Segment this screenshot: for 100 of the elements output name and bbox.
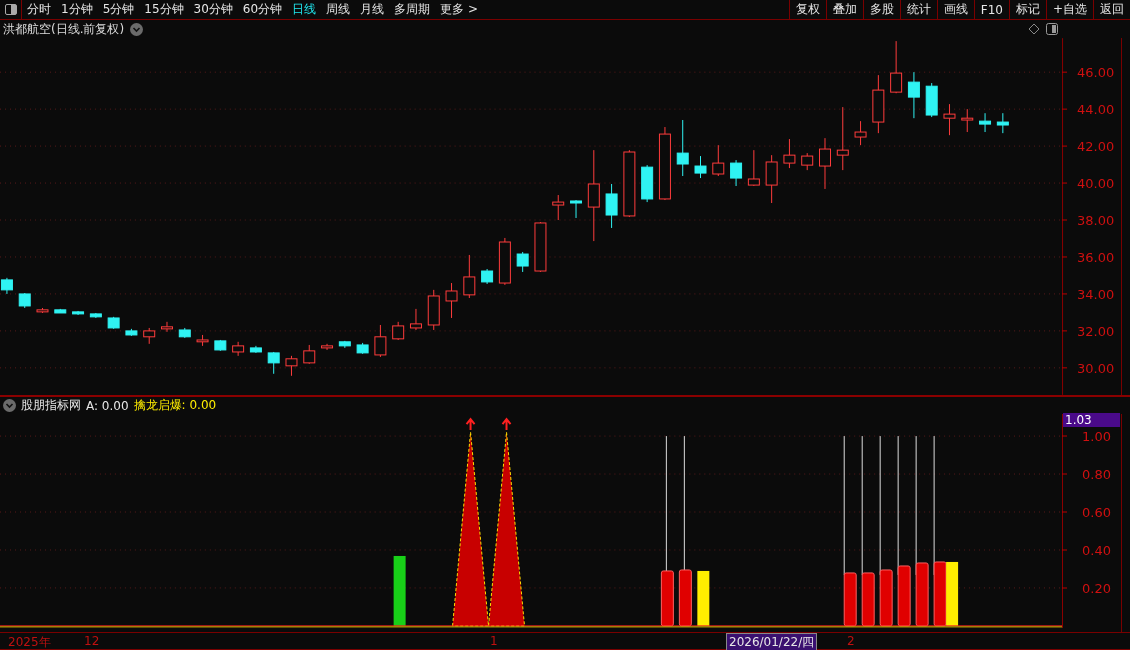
bar <box>897 565 911 627</box>
bar <box>879 569 893 627</box>
candle <box>232 341 245 357</box>
bar <box>678 569 692 627</box>
date-label: 2 <box>846 634 856 649</box>
indicator-tick-label: 0.40 <box>1082 543 1111 559</box>
candle <box>285 355 298 377</box>
period-tab[interactable]: 分时 <box>22 0 56 20</box>
candle <box>356 342 369 355</box>
candle <box>36 307 49 314</box>
candle <box>996 112 1009 134</box>
candle <box>427 289 440 331</box>
indicator-name: 股朋指标网 <box>21 397 81 415</box>
candle <box>463 254 476 299</box>
indicator-tick-label: 0.60 <box>1082 505 1111 521</box>
panel-toggle-icon[interactable] <box>1046 23 1058 36</box>
candle <box>214 339 227 352</box>
candle <box>783 138 796 169</box>
indicator-value: A: 0.00 <box>86 398 129 413</box>
candle <box>125 328 138 337</box>
toolbar-button[interactable]: 叠加 <box>825 0 863 20</box>
date-label: 2025年 <box>7 634 52 650</box>
candle <box>72 310 85 316</box>
candle <box>961 108 974 133</box>
candle <box>534 221 547 273</box>
toolbar-button[interactable]: F10 <box>973 0 1009 20</box>
price-tick-label: 34.00 <box>1077 286 1115 302</box>
candle <box>943 103 956 136</box>
candle <box>872 74 885 134</box>
candle <box>694 155 707 179</box>
candle <box>196 334 209 347</box>
indicator-tick-label: 0.20 <box>1082 581 1111 597</box>
bar <box>861 572 875 627</box>
toolbar-button[interactable]: 多股 <box>862 0 900 20</box>
candle <box>516 251 529 273</box>
dropdown-icon[interactable] <box>130 22 144 36</box>
price-tick-label: 38.00 <box>1077 212 1115 228</box>
candle <box>730 159 743 187</box>
price-tick-label: 44.00 <box>1077 102 1115 118</box>
period-tab[interactable]: 60分钟 <box>237 0 288 20</box>
toolbar-button[interactable]: 统计 <box>899 0 937 20</box>
candle <box>925 82 938 118</box>
price-tick-label: 36.00 <box>1077 249 1115 265</box>
signal-value: 擒龙启爆: 0.00 <box>133 397 217 415</box>
period-tab[interactable]: 月线 <box>355 0 390 20</box>
toolbar-button[interactable]: 标记 <box>1008 0 1046 20</box>
candle <box>570 199 582 219</box>
candle <box>321 343 334 351</box>
current-value-label: 1.03 <box>1063 413 1120 428</box>
candle <box>338 340 351 349</box>
period-tab[interactable]: 多周期 <box>389 0 436 20</box>
candle <box>445 282 458 319</box>
bar <box>915 562 929 627</box>
period-tab[interactable]: 15分钟 <box>139 0 189 20</box>
dropdown-icon[interactable] <box>3 399 16 413</box>
toolbar-button[interactable]: 画线 <box>936 0 974 20</box>
candle <box>765 154 778 204</box>
period-tab[interactable]: 更多 > <box>435 0 483 20</box>
price-tick-label: 46.00 <box>1077 65 1115 81</box>
price-tick-label: 30.00 <box>1077 360 1115 376</box>
indicator-tick-label: 1.00 <box>1082 429 1111 445</box>
toolbar-button[interactable]: 复权 <box>788 0 826 20</box>
candle <box>712 144 725 177</box>
candle <box>143 327 156 345</box>
date-label: 12 <box>83 634 101 649</box>
candle <box>552 194 565 221</box>
candle <box>392 321 405 341</box>
candle <box>819 137 831 190</box>
candle <box>161 321 173 333</box>
candle <box>836 106 849 171</box>
period-tab[interactable]: 周线 <box>321 0 356 20</box>
candle <box>0 277 13 295</box>
candle <box>907 71 920 119</box>
period-tab[interactable]: 1分钟 <box>56 0 98 20</box>
bar <box>946 562 959 627</box>
period-tab[interactable]: 日线 <box>287 0 322 20</box>
candle <box>374 324 387 358</box>
toolbar-button[interactable]: 返回 <box>1093 0 1130 20</box>
bar <box>393 556 406 627</box>
candle <box>890 40 903 94</box>
bar <box>697 571 710 627</box>
candle <box>498 237 511 286</box>
candle <box>409 308 422 331</box>
period-tab[interactable]: 5分钟 <box>97 0 140 20</box>
candle <box>249 345 262 354</box>
indicator-tick-label: 0.80 <box>1082 467 1111 483</box>
period-tab[interactable]: 30分钟 <box>188 0 238 20</box>
candle <box>747 149 760 187</box>
price-tick-label: 40.00 <box>1077 176 1115 191</box>
date-label: 2026/01/22/四 <box>726 633 818 650</box>
chart-title: 洪都航空(日线.前复权) <box>3 20 125 38</box>
candle <box>641 164 654 203</box>
diamond-icon[interactable] <box>1028 23 1040 36</box>
candle <box>54 308 67 314</box>
candle <box>18 292 31 309</box>
bar <box>660 570 674 627</box>
candle <box>801 152 814 171</box>
candle <box>303 344 316 365</box>
candle <box>676 119 689 177</box>
toolbar-button[interactable]: +自选 <box>1045 0 1093 20</box>
